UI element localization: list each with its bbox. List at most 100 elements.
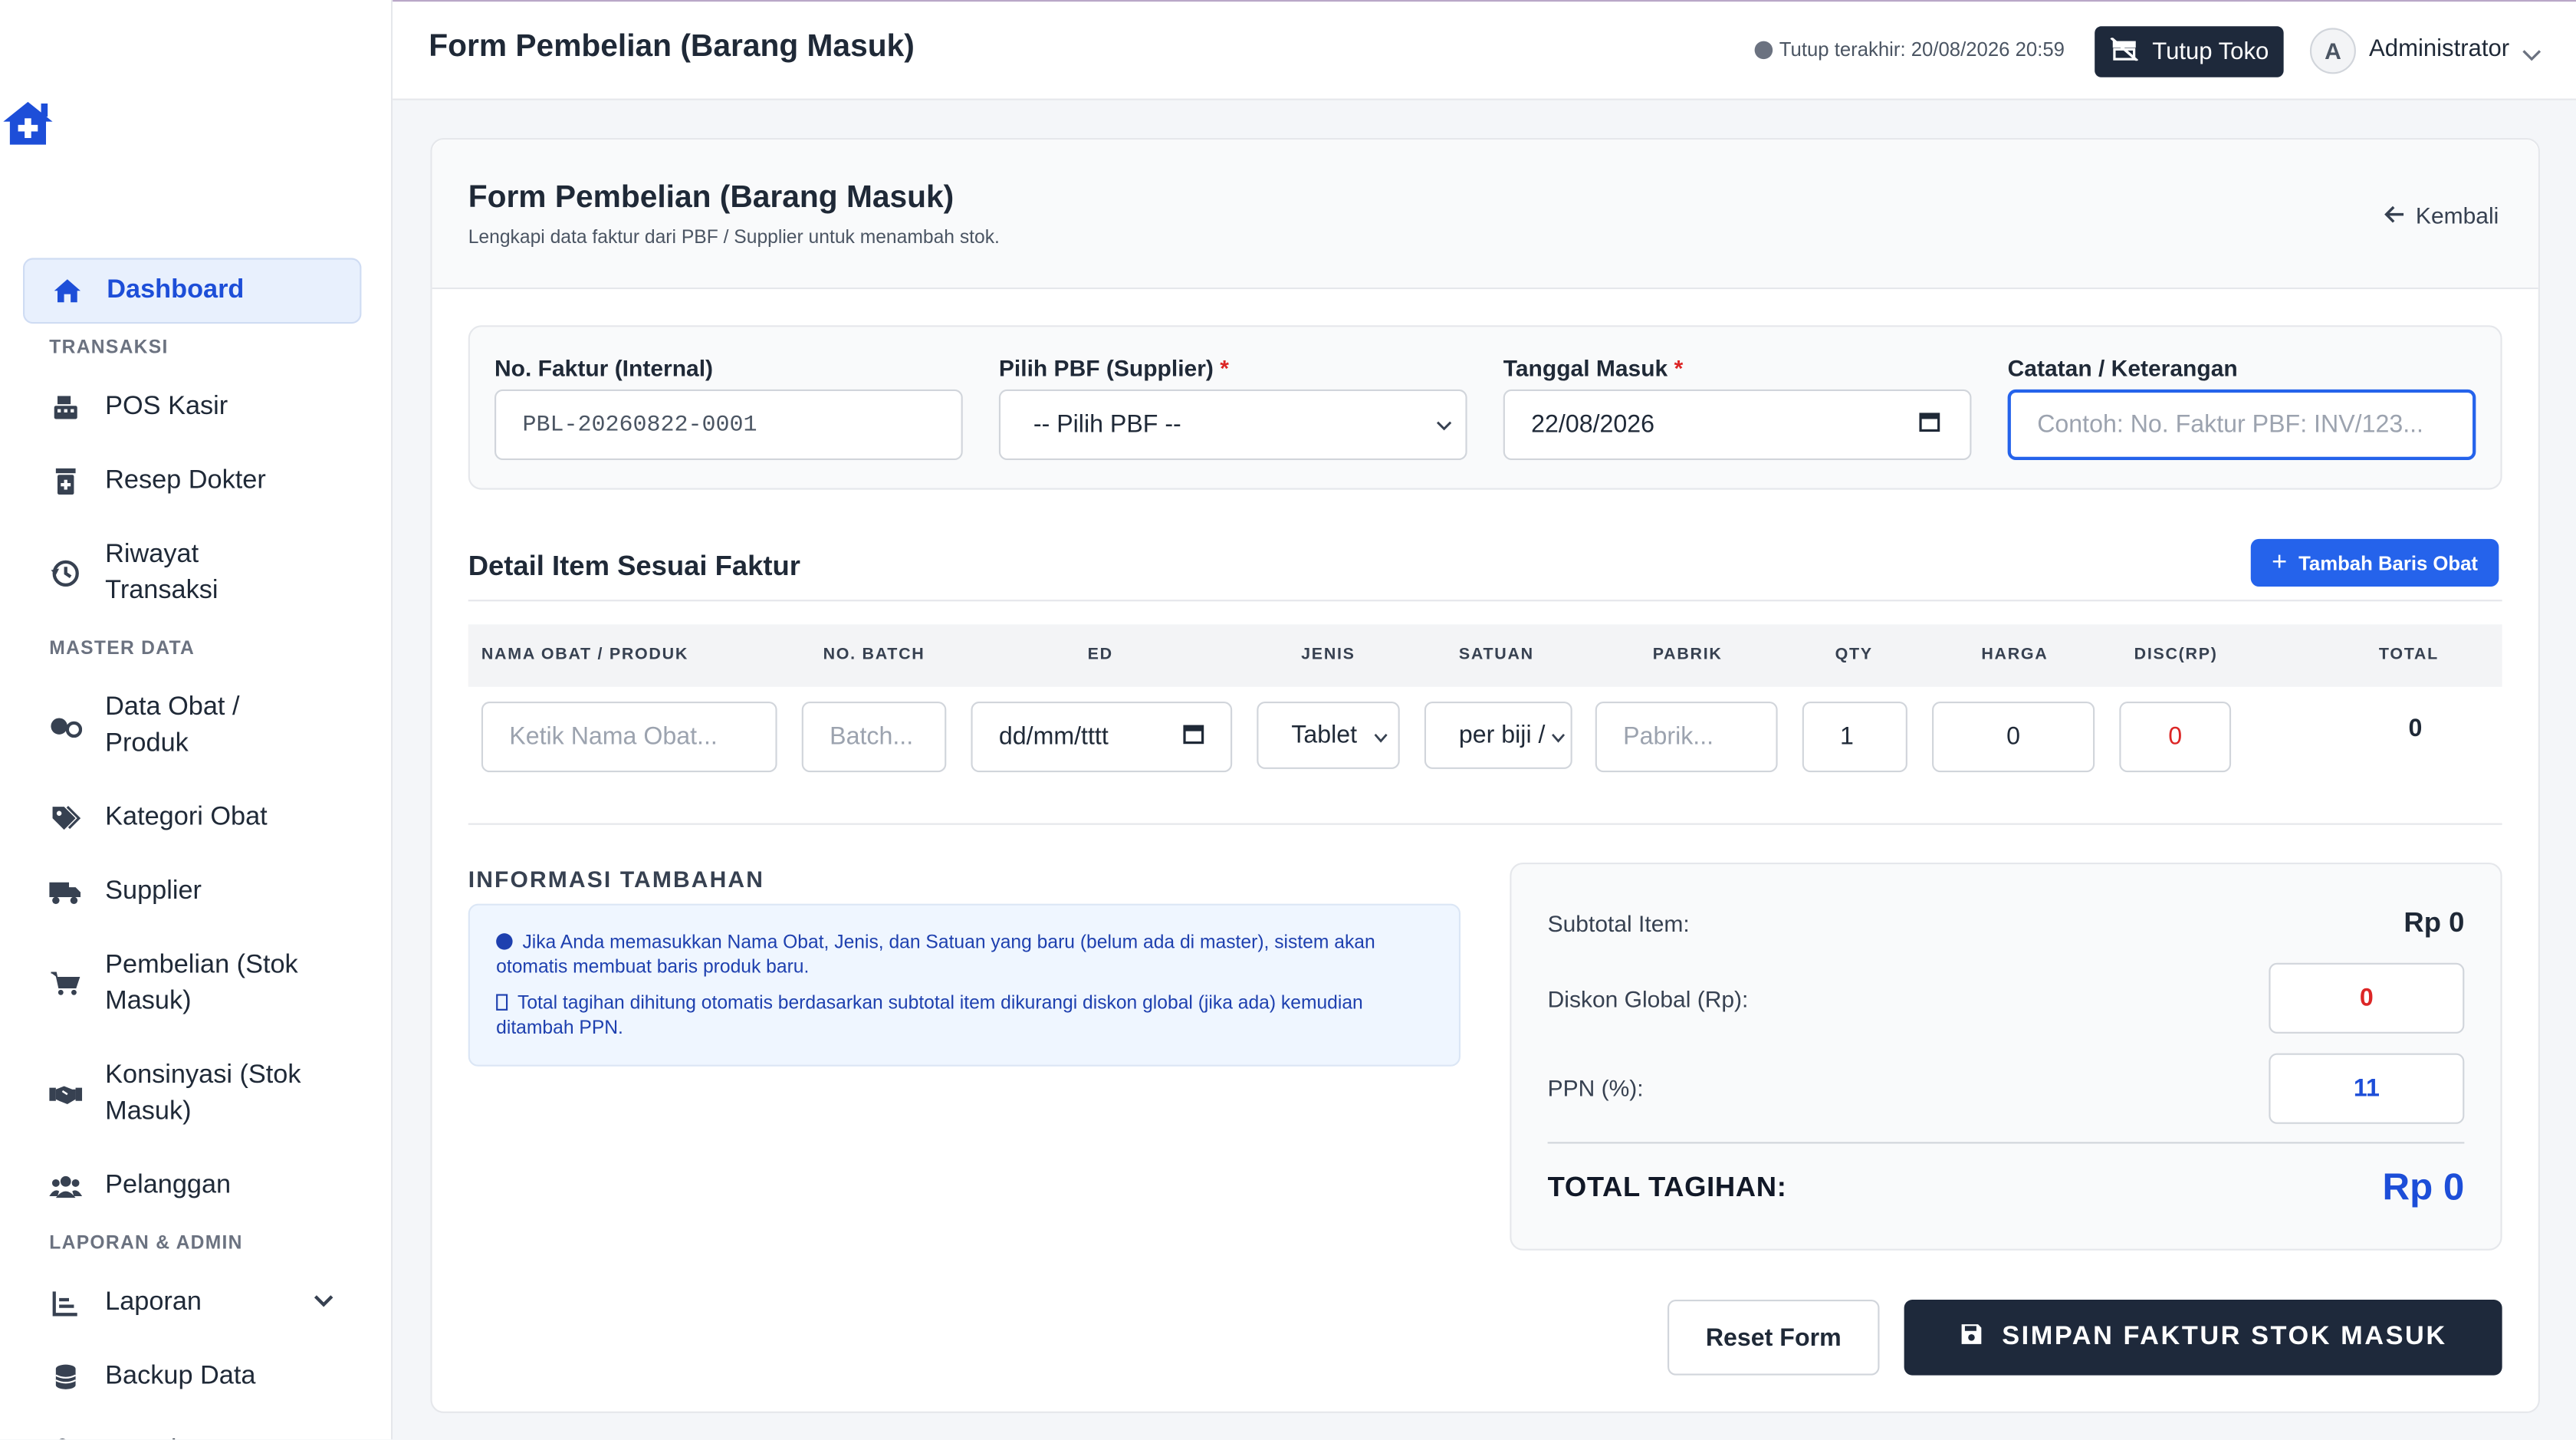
sidebar-item-resep-dokter[interactable]: Resep Dokter [23,449,361,515]
column-header: TOTAL [2378,646,2439,664]
faktur-input[interactable]: PBL-20260822-0001 [495,389,963,461]
sidebar-item-data-obat[interactable]: Data Obat / Produk [23,676,361,778]
jenis-value: Tablet [1291,721,1358,750]
required-mark: * [1674,354,1684,382]
qty-value: 1 [1840,722,1854,751]
diskon-input[interactable]: 0 [2269,962,2465,1034]
grand-total-label: TOTAL TAGIHAN: [1547,1171,1787,1203]
sidebar-item-backup-data[interactable]: Backup Data [23,1344,361,1410]
sidebar-item-label: Manajemen User [105,1433,305,1439]
users-icon [49,1170,83,1203]
qty-input[interactable]: 1 [1802,702,1907,773]
page-title: Form Pembelian (Barang Masuk) [429,29,915,64]
avatar[interactable]: A [2309,28,2356,74]
card-title: Form Pembelian (Barang Masuk) [468,180,955,215]
items-table-header: NAMA OBAT / PRODUK NO. BATCH ED JENIS SA… [468,624,2502,687]
close-store-label: Tutup Toko [2152,38,2269,65]
back-label: Kembali [2415,202,2499,228]
save-invoice-button[interactable]: SIMPAN FAKTUR STOK MASUK [1904,1300,2502,1376]
pbf-select[interactable]: -- Pilih PBF -- [998,389,1467,461]
add-row-button[interactable]: + Tambah Baris Obat [2250,538,2499,587]
column-header: NAMA OBAT / PRODUK [481,646,689,664]
note-item: Total tagihan dihitung otomatis berdasar… [496,992,1436,1041]
column-header: PABRIK [1652,646,1723,664]
pabrik-input[interactable]: Pabrik... [1595,702,1778,773]
sidebar-item-pelanggan[interactable]: Pelanggan [23,1153,361,1219]
sidebar-item-konsinyasi[interactable]: Konsinyasi (Stok Masuk) [23,1044,361,1146]
sidebar: Dashboard TRANSAKSI POS Kasir Resep Dokt… [0,0,393,1440]
close-store-button[interactable]: Tutup Toko [2095,26,2284,77]
sidebar-item-label: Supplier [105,877,202,906]
satuan-select[interactable]: per biji / [1424,702,1572,769]
diskon-label: Diskon Global (Rp): [1547,985,1749,1013]
sidebar-item-riwayat-transaksi[interactable]: Riwayat Transaksi [23,522,361,624]
subtotal-value: Rp 0 [2404,906,2465,939]
pbf-value: -- Pilih PBF -- [1033,410,1181,439]
pharmacy-logo-icon[interactable] [0,95,56,151]
clock-icon [1754,40,1773,59]
sidebar-item-label: Kategori Obat [105,803,268,832]
back-link[interactable]: Kembali [2384,202,2499,228]
sidebar-item-dashboard[interactable]: Dashboard [23,258,362,324]
note-item: Jika Anda memasukkan Nama Obat, Jenis, d… [496,932,1436,981]
sidebar-item-kategori-obat[interactable]: Kategori Obat [23,785,361,851]
sidebar-item-label: Laporan [105,1288,202,1317]
jenis-select[interactable]: Tablet [1257,702,1400,769]
sidebar-section-transaksi: TRANSAKSI [49,338,169,359]
cart-icon [49,968,82,1001]
user-cog-icon [49,1435,82,1440]
store-slash-icon [2110,35,2140,67]
sidebar-nav: Dashboard TRANSAKSI POS Kasir Resep Dokt… [23,258,362,1440]
sidebar-section-master-data: MASTER DATA [49,639,196,659]
home-icon [51,275,84,307]
column-header: JENIS [1301,646,1355,664]
reset-form-button[interactable]: Reset Form [1668,1300,1880,1376]
truck-icon [49,876,82,909]
calendar-icon[interactable] [1183,723,1204,751]
sidebar-item-label: Pelanggan [105,1171,232,1200]
sidebar-item-label: Pembelian (Stok Masuk) [105,951,298,1016]
column-header: DISC(RP) [2134,646,2218,664]
faktur-value: PBL-20260822-0001 [522,411,757,439]
add-row-label: Tambah Baris Obat [2298,551,2478,574]
detail-section-title: Detail Item Sesuai Faktur [468,550,800,582]
disc-input[interactable]: 0 [2119,702,2232,773]
sidebar-section-laporan: LAPORAN & ADMIN [49,1234,243,1254]
tanggal-label: Tanggal Masuk * [1503,355,1684,381]
sidebar-item-label: Resep Dokter [105,466,266,495]
tanggal-label-text: Tanggal Masuk [1503,354,1668,382]
chevron-down-icon [1436,411,1452,439]
chevron-down-icon[interactable] [2522,41,2542,71]
catatan-input[interactable]: Contoh: No. Faktur PBF: INV/123... [2007,389,2476,461]
harga-input[interactable]: 0 [1932,702,2095,773]
info-note: Jika Anda memasukkan Nama Obat, Jenis, d… [468,903,1461,1067]
card-header: Form Pembelian (Barang Masuk) Lengkapi d… [432,140,2538,290]
sidebar-item-laporan[interactable]: Laporan [23,1270,361,1336]
topbar: Form Pembelian (Barang Masuk) Tutup tera… [393,0,2576,100]
column-header: QTY [1835,646,1873,664]
database-icon [49,1360,82,1393]
pbf-label-text: Pilih PBF (Supplier) [998,354,1214,382]
sidebar-item-manajemen-user[interactable]: Manajemen User [23,1418,361,1440]
batch-input[interactable]: Batch... [801,702,947,773]
divider [468,823,2502,825]
calendar-icon[interactable] [1919,411,1940,439]
sidebar-item-supplier[interactable]: Supplier [23,860,361,925]
disc-value: 0 [2168,722,2183,751]
sidebar-item-pembelian[interactable]: Pembelian (Stok Masuk) [23,933,361,1035]
ed-placeholder: dd/mm/tttt [998,722,1109,751]
nama-obat-input[interactable]: Ketik Nama Obat... [481,702,777,773]
chevron-down-icon[interactable] [312,1288,335,1318]
column-header: ED [1087,646,1113,664]
extra-info-title: INFORMASI TAMBAHAN [468,866,765,893]
ppn-label: PPN (%): [1547,1074,1644,1101]
summary-panel: Subtotal Item: Rp 0 Diskon Global (Rp): … [1510,863,2502,1251]
row-total: 0 [2408,715,2423,743]
cash-register-icon [49,391,82,424]
ed-date-input[interactable]: dd/mm/tttt [971,702,1233,773]
username[interactable]: Administrator [2369,36,2509,62]
catatan-placeholder: Contoh: No. Faktur PBF: INV/123... [2037,410,2424,439]
ppn-input[interactable]: 11 [2269,1053,2465,1124]
sidebar-item-pos-kasir[interactable]: POS Kasir [23,375,361,441]
tanggal-input[interactable]: 22/08/2026 [1503,389,1972,461]
